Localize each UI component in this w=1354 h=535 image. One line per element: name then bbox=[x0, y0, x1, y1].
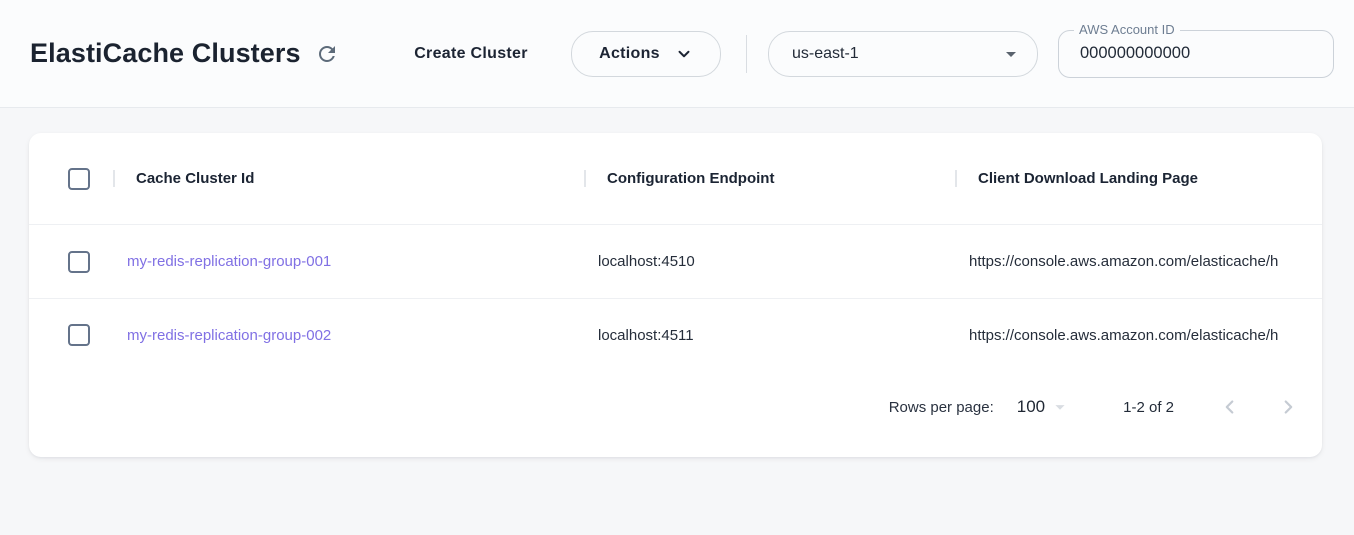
column-header-client-download-landing-page[interactable]: Client Download Landing Page bbox=[955, 170, 1322, 187]
caret-down-icon bbox=[999, 42, 1023, 66]
aws-account-id-field: AWS Account ID bbox=[1058, 30, 1334, 78]
select-all-checkbox[interactable] bbox=[68, 168, 90, 190]
table-header-row: Cache Cluster Id Configuration Endpoint … bbox=[29, 133, 1322, 224]
rows-per-page-select[interactable]: 100 bbox=[1017, 396, 1071, 418]
rows-per-page-label: Rows per page: bbox=[889, 399, 994, 416]
cluster-link[interactable]: my-redis-replication-group-001 bbox=[127, 253, 331, 270]
refresh-button[interactable] bbox=[311, 38, 343, 70]
cell-cache-cluster-id: my-redis-replication-group-002 bbox=[113, 327, 584, 344]
actions-button-label: Actions bbox=[599, 45, 660, 63]
header-divider bbox=[746, 35, 747, 73]
chevron-right-icon bbox=[1277, 396, 1299, 418]
row-checkbox-cell bbox=[29, 251, 113, 273]
cell-configuration-endpoint: localhost:4510 bbox=[584, 253, 955, 270]
chevron-down-icon bbox=[675, 45, 693, 63]
aws-account-id-label: AWS Account ID bbox=[1074, 22, 1180, 37]
header-checkbox-cell bbox=[29, 168, 113, 190]
column-header-configuration-endpoint[interactable]: Configuration Endpoint bbox=[584, 170, 955, 187]
caret-down-icon bbox=[1049, 396, 1071, 418]
table-row: my-redis-replication-group-002 localhost… bbox=[29, 298, 1322, 371]
row-checkbox-cell bbox=[29, 324, 113, 346]
actions-button[interactable]: Actions bbox=[571, 31, 721, 77]
pagination-range-label: 1-2 of 2 bbox=[1123, 399, 1174, 416]
cluster-link[interactable]: my-redis-replication-group-002 bbox=[127, 327, 331, 344]
aws-account-id-input[interactable] bbox=[1059, 31, 1333, 77]
table-pagination: Rows per page: 100 1-2 of 2 bbox=[29, 371, 1322, 443]
region-select-value: us-east-1 bbox=[792, 45, 999, 63]
chevron-left-icon bbox=[1219, 396, 1241, 418]
app-header: ElastiCache Clusters Create Cluster Acti… bbox=[0, 0, 1354, 108]
create-cluster-button[interactable]: Create Cluster bbox=[405, 45, 537, 63]
main-content: Cache Cluster Id Configuration Endpoint … bbox=[0, 133, 1354, 457]
next-page-button[interactable] bbox=[1268, 387, 1308, 427]
cell-client-download-landing-page: https://console.aws.amazon.com/elasticac… bbox=[955, 327, 1322, 344]
clusters-table-card: Cache Cluster Id Configuration Endpoint … bbox=[29, 133, 1322, 457]
cell-client-download-landing-page: https://console.aws.amazon.com/elasticac… bbox=[955, 253, 1322, 270]
table-row: my-redis-replication-group-001 localhost… bbox=[29, 224, 1322, 298]
page-title: ElastiCache Clusters bbox=[30, 38, 301, 69]
column-header-cache-cluster-id[interactable]: Cache Cluster Id bbox=[113, 170, 584, 187]
rows-per-page-value: 100 bbox=[1017, 397, 1045, 417]
region-select[interactable]: us-east-1 bbox=[768, 31, 1038, 77]
previous-page-button[interactable] bbox=[1210, 387, 1250, 427]
row-checkbox[interactable] bbox=[68, 324, 90, 346]
cell-configuration-endpoint: localhost:4511 bbox=[584, 327, 955, 344]
refresh-icon bbox=[315, 42, 339, 66]
cell-cache-cluster-id: my-redis-replication-group-001 bbox=[113, 253, 584, 270]
row-checkbox[interactable] bbox=[68, 251, 90, 273]
